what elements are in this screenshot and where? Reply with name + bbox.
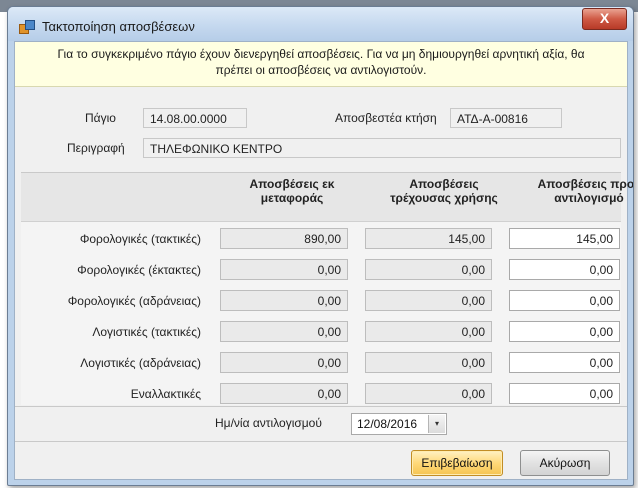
title-bar: Τακτοποίηση αποσβέσεων X (8, 7, 633, 41)
close-button[interactable]: X (582, 8, 627, 30)
cell-current-year: 0,00 (365, 352, 492, 373)
depreciable-acquisition-label: Αποσβεστέα κτήση (335, 111, 437, 125)
window-title: Τακτοποίηση αποσβέσεων (42, 19, 195, 34)
chevron-down-icon[interactable]: ▾ (428, 415, 445, 433)
separator (15, 441, 627, 442)
cell-carried-forward: 0,00 (220, 259, 348, 280)
cell-carried-forward: 0,00 (220, 290, 348, 311)
row-label: Φορολογικές (τακτικές) (79, 232, 201, 246)
asset-code-label: Πάγιο (85, 111, 116, 125)
info-banner: Για το συγκεκριμένο πάγιο έχουν διενεργη… (15, 42, 627, 87)
cell-carried-forward: 0,00 (220, 321, 348, 342)
cell-carried-forward: 890,00 (220, 228, 348, 249)
separator (15, 406, 627, 407)
row-label: Φορολογικές (αδράνειας) (67, 294, 201, 308)
cell-current-year: 145,00 (365, 228, 492, 249)
cell-to-reverse-input[interactable]: 0,00 (509, 352, 620, 373)
header-to-reverse: Αποσβέσεις προς αντιλογισμό (537, 177, 634, 205)
cell-carried-forward: 0,00 (220, 383, 348, 404)
app-icon (19, 19, 35, 35)
description-field: ΤΗΛΕΦΩΝΙΚΟ ΚΕΝΤΡΟ (143, 138, 621, 158)
row-label: Εναλλακτικές (130, 387, 201, 401)
info-text-line1: Για το συγκεκριμένο πάγιο έχουν διενεργη… (57, 47, 585, 61)
asset-code-field: 14.08.00.0000 (143, 108, 247, 128)
cell-to-reverse-input[interactable]: 0,00 (509, 290, 620, 311)
reversal-date-picker[interactable]: 12/08/2016 ▾ (351, 413, 447, 435)
header-carried-forward: Αποσβέσεις εκ μεταφοράς (249, 177, 335, 205)
cell-current-year: 0,00 (365, 290, 492, 311)
depreciation-grid: Αποσβέσεις εκ μεταφοράς Αποσβέσεις τρέχο… (21, 172, 633, 405)
dialog-window: Τακτοποίηση αποσβέσεων X Για το συγκεκρι… (7, 6, 634, 486)
confirm-button[interactable]: Επιβεβαίωση (411, 450, 503, 476)
reversal-date-label: Ημ/νία αντιλογισμού (215, 416, 322, 430)
row-label: Λογιστικές (τακτικές) (92, 325, 201, 339)
cell-current-year: 0,00 (365, 321, 492, 342)
cancel-button[interactable]: Ακύρωση (520, 450, 610, 476)
grid-header: Αποσβέσεις εκ μεταφοράς Αποσβέσεις τρέχο… (21, 173, 633, 222)
cell-current-year: 0,00 (365, 383, 492, 404)
description-label: Περιγραφή (67, 141, 125, 155)
info-text-line2: πρέπει οι αποσβέσεις να αντιλογιστούν. (215, 63, 427, 77)
reversal-date-value: 12/08/2016 (357, 417, 418, 431)
dialog-body: Για το συγκεκριμένο πάγιο έχουν διενεργη… (14, 41, 633, 480)
cell-to-reverse-input[interactable]: 0,00 (509, 259, 620, 280)
depreciable-acquisition-field: ΑΤΔ-Α-00816 (450, 108, 562, 128)
cell-to-reverse-input[interactable]: 0,00 (509, 383, 620, 404)
cell-current-year: 0,00 (365, 259, 492, 280)
row-label: Λογιστικές (αδράνειας) (80, 356, 201, 370)
row-label: Φορολογικές (έκτακτες) (77, 263, 201, 277)
cell-carried-forward: 0,00 (220, 352, 348, 373)
header-current-year: Αποσβέσεις τρέχουσας χρήσης (390, 177, 498, 205)
cell-to-reverse-input[interactable]: 145,00 (509, 228, 620, 249)
cell-to-reverse-input[interactable]: 0,00 (509, 321, 620, 342)
